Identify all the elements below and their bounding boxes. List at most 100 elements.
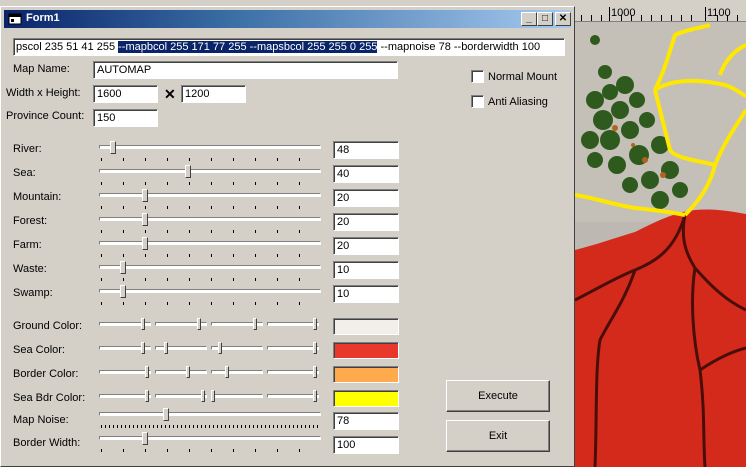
forest-slider-track[interactable] (99, 217, 321, 221)
border-color-channel-track[interactable] (211, 370, 263, 374)
forest-slider-thumb[interactable] (142, 213, 148, 226)
mountain-value-input[interactable]: 20 (333, 189, 399, 207)
swamp-slider-ticks (101, 302, 321, 305)
border-color-label: Border Color: (13, 368, 79, 380)
forest-slider-ticks (101, 230, 321, 233)
map-image (575, 0, 746, 467)
sea-bdr-color-channel-thumb[interactable] (145, 390, 149, 402)
sea-color-channel-thumb[interactable] (141, 342, 145, 354)
sea-bdr-color-swatch[interactable] (333, 390, 399, 407)
waste-slider-thumb[interactable] (120, 261, 126, 274)
ground-color-swatch[interactable] (333, 318, 399, 335)
sea-bdr-color-label: Sea Bdr Color: (13, 392, 86, 404)
execute-button[interactable]: Execute (446, 380, 550, 412)
river-slider-thumb[interactable] (110, 141, 116, 154)
command-text-selected: --mapbcol 255 171 77 255 --mapsbcol 255 … (118, 41, 378, 53)
mountain-slider-track[interactable] (99, 193, 321, 197)
border-color-channel-track[interactable] (267, 370, 319, 374)
ground-color-channel-thumb[interactable] (141, 318, 145, 330)
minimize-icon: _ (526, 13, 532, 24)
ground-color-channel-thumb[interactable] (313, 318, 317, 330)
border-width-input[interactable]: 100 (333, 436, 399, 454)
ground-color-channel-thumb[interactable] (197, 318, 201, 330)
swamp-value-input[interactable]: 10 (333, 285, 399, 303)
ground-color-label: Ground Color: (13, 320, 83, 332)
title-bar[interactable]: Form1 _ □ ✕ (4, 10, 571, 28)
sea-label: Sea: (13, 167, 36, 179)
farm-slider-track[interactable] (99, 241, 321, 245)
border-width-label: Border Width: (13, 437, 81, 449)
border-color-channel-thumb[interactable] (145, 366, 149, 378)
border-color-channel-thumb[interactable] (313, 366, 317, 378)
width-input[interactable]: 1600 (93, 85, 158, 103)
map-noise-ticks (101, 425, 321, 428)
river-label: River: (13, 143, 42, 155)
map-canvas[interactable] (575, 0, 746, 467)
times-icon: ✕ (164, 86, 176, 102)
sea-slider-ticks (101, 182, 321, 185)
minimize-button[interactable]: _ (521, 12, 537, 26)
river-value-input[interactable]: 48 (333, 141, 399, 159)
sea-bdr-color-channel-track[interactable] (155, 394, 207, 398)
waste-value-input[interactable]: 10 (333, 261, 399, 279)
sea-color-channel-track[interactable] (267, 346, 319, 350)
map-noise-thumb[interactable] (163, 408, 169, 421)
exit-button[interactable]: Exit (446, 420, 550, 452)
height-input[interactable]: 1200 (181, 85, 246, 103)
border-width-track[interactable] (99, 436, 321, 440)
river-slider-track[interactable] (99, 145, 321, 149)
sea-slider-thumb[interactable] (185, 165, 191, 178)
sea-bdr-color-channel-thumb[interactable] (201, 390, 205, 402)
sea-bdr-color-channel-thumb[interactable] (313, 390, 317, 402)
river-slider-ticks (101, 158, 321, 161)
waste-slider-track[interactable] (99, 265, 321, 269)
sea-color-channel-thumb[interactable] (313, 342, 317, 354)
swamp-slider-track[interactable] (99, 289, 321, 293)
close-button[interactable]: ✕ (555, 12, 571, 26)
sea-bdr-color-channel-thumb[interactable] (211, 390, 215, 402)
sea-bdr-color-channel-track[interactable] (267, 394, 319, 398)
ground-color-channel-track[interactable] (267, 322, 319, 326)
command-text-after: --mapnoise 78 --borderwidth 100 (377, 41, 541, 53)
sea-color-channel-thumb[interactable] (218, 342, 222, 354)
forest-value-input[interactable]: 20 (333, 213, 399, 231)
border-color-channel-thumb[interactable] (186, 366, 190, 378)
normal-mount-label[interactable]: Normal Mount (488, 71, 557, 83)
command-text-before: pscol 235 51 41 255 (16, 41, 119, 53)
border-color-channel-track[interactable] (99, 370, 151, 374)
farm-slider-thumb[interactable] (142, 237, 148, 250)
sea-bdr-color-channel-track[interactable] (99, 394, 151, 398)
map-name-input[interactable]: AUTOMAP (93, 61, 398, 79)
sea-color-swatch[interactable] (333, 342, 399, 359)
waste-label: Waste: (13, 263, 47, 275)
farm-label: Farm: (13, 239, 42, 251)
border-color-channel-track[interactable] (155, 370, 207, 374)
border-color-swatch[interactable] (333, 366, 399, 383)
farm-value-input[interactable]: 20 (333, 237, 399, 255)
ground-color-channel-thumb[interactable] (253, 318, 257, 330)
sea-bdr-color-channel-track[interactable] (211, 394, 263, 398)
sea-color-channel-track[interactable] (155, 346, 207, 350)
map-noise-label: Map Noise: (13, 414, 69, 426)
swamp-slider-thumb[interactable] (120, 285, 126, 298)
sea-color-label: Sea Color: (13, 344, 65, 356)
maximize-button[interactable]: □ (537, 12, 553, 26)
border-color-channel-thumb[interactable] (225, 366, 229, 378)
map-noise-track[interactable] (99, 412, 321, 416)
province-count-input[interactable]: 150 (93, 109, 158, 127)
sea-color-channel-thumb[interactable] (164, 342, 168, 354)
normal-mount-checkbox[interactable] (471, 70, 484, 83)
farm-slider-ticks (101, 254, 321, 257)
border-width-thumb[interactable] (142, 432, 148, 445)
border-width-ticks (101, 449, 321, 452)
command-line-field[interactable]: pscol 235 51 41 255 --mapbcol 255 171 77… (13, 38, 565, 56)
sea-value-input[interactable]: 40 (333, 165, 399, 183)
map-noise-input[interactable]: 78 (333, 412, 399, 430)
ruler: 1000 1100 (575, 0, 746, 22)
sea-slider-track[interactable] (99, 169, 321, 173)
mountain-slider-thumb[interactable] (142, 189, 148, 202)
mountain-slider-ticks (101, 206, 321, 209)
anti-aliasing-checkbox[interactable] (471, 95, 484, 108)
window-icon (8, 12, 22, 25)
anti-aliasing-label[interactable]: Anti Aliasing (488, 96, 548, 108)
